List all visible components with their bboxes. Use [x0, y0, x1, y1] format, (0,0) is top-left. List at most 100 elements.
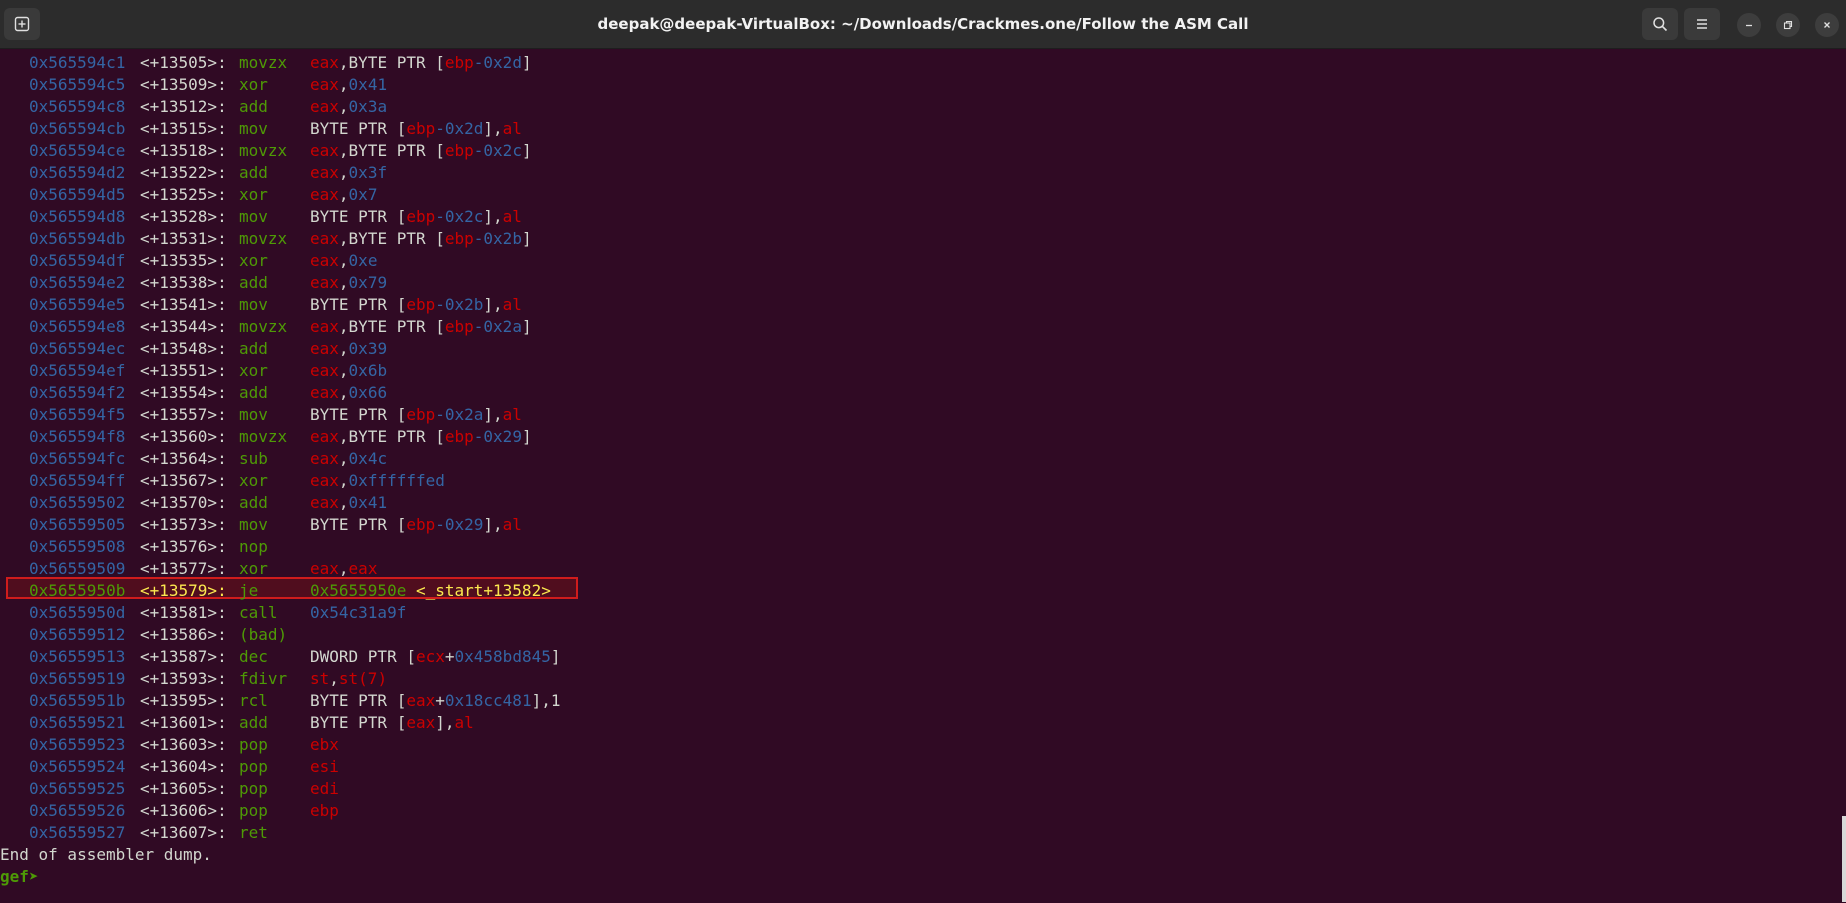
asm-mnemonic: xor	[239, 361, 268, 380]
asm-operands: 0x5655950e <_start+13582>	[310, 580, 551, 602]
asm-text: ],	[483, 405, 503, 424]
asm-text: ],	[435, 713, 455, 732]
asm-address: 0x565594ec	[29, 339, 126, 358]
asm-offset: <+13593>:	[140, 669, 227, 688]
asm-text: ,BYTE PTR [	[338, 53, 445, 72]
asm-mnemonic: mov	[239, 405, 268, 424]
asm-offset: <+13535>:	[140, 251, 227, 270]
menu-button[interactable]	[1684, 8, 1720, 40]
asm-offset: <+13607>:	[140, 823, 227, 842]
asm-address: 0x56559523	[29, 735, 126, 754]
asm-number: 0x66	[348, 383, 388, 402]
asm-register: ebp	[444, 229, 474, 248]
asm-address: 0x565594d5	[29, 185, 126, 204]
asm-text: ,	[338, 559, 349, 578]
asm-offset: <+13595>:	[140, 691, 227, 710]
asm-number: -0x2a	[435, 405, 484, 424]
asm-number: -0x2c	[435, 207, 484, 226]
asm-register: eax	[310, 229, 339, 248]
close-button[interactable]	[1815, 13, 1839, 37]
asm-mnemonic: xor	[239, 471, 268, 490]
search-button[interactable]	[1642, 8, 1678, 40]
asm-offset: <+13538>:	[140, 273, 227, 292]
asm-text: BYTE PTR [	[310, 119, 407, 138]
asm-offset: <+13518>:	[140, 141, 227, 160]
asm-number: 0x458bd845	[454, 647, 551, 666]
asm-operands: 0x54c31a9f	[310, 602, 406, 624]
asm-register: eax	[310, 361, 339, 380]
terminal-window: deepak@deepak-VirtualBox: ~/Downloads/Cr…	[0, 0, 1846, 903]
asm-text: BYTE PTR [	[310, 295, 407, 314]
asm-offset: <+13586>:	[140, 625, 227, 644]
asm-register: al	[454, 713, 474, 732]
asm-text: ,	[338, 493, 349, 512]
minimize-button[interactable]	[1737, 13, 1761, 37]
asm-text: ],1	[531, 691, 561, 710]
asm-text: ,	[338, 185, 349, 204]
asm-number: -0x2d	[435, 119, 484, 138]
asm-text: ]	[521, 229, 532, 248]
asm-number: 0x6b	[348, 361, 388, 380]
asm-operands: eax,0x41	[310, 492, 387, 514]
asm-register: eax	[310, 53, 339, 72]
asm-operands: eax,0x3a	[310, 96, 387, 118]
asm-number: -0x2c	[473, 141, 522, 160]
asm-mnemonic: pop	[239, 735, 268, 754]
asm-offset: <+13570>:	[140, 493, 227, 512]
asm-operands: BYTE PTR [eax],al	[310, 712, 474, 734]
asm-address: 0x565594c5	[29, 75, 126, 94]
terminal-output[interactable]: End of assembler dump. gef➤ 0x565594c1 <+…	[0, 49, 1846, 903]
asm-register: eax	[310, 317, 339, 336]
asm-number: 0x3a	[348, 97, 388, 116]
asm-mnemonic: mov	[239, 119, 268, 138]
asm-offset: <+13525>:	[140, 185, 227, 204]
asm-register: eax	[310, 251, 339, 270]
asm-register: ebp	[444, 317, 474, 336]
asm-operands: esi	[310, 756, 339, 778]
asm-text: ,BYTE PTR [	[338, 317, 445, 336]
gef-prompt[interactable]: gef➤	[0, 866, 48, 888]
asm-offset: <+13605>:	[140, 779, 227, 798]
asm-number: 0x79	[348, 273, 388, 292]
asm-operands: eax,eax	[310, 558, 377, 580]
asm-number: -0x2d	[473, 53, 522, 72]
asm-address: 0x56559526	[29, 801, 126, 820]
asm-number: 0x3f	[348, 163, 388, 182]
asm-number: 0x41	[348, 75, 388, 94]
asm-mnemonic: nop	[239, 537, 268, 556]
asm-offset: <+13564>:	[140, 449, 227, 468]
asm-register: eax	[310, 471, 339, 490]
asm-register: al	[502, 119, 522, 138]
asm-register: eax	[348, 559, 378, 578]
asm-text: ,	[338, 163, 349, 182]
asm-register: eax	[406, 713, 436, 732]
asm-mnemonic: add	[239, 163, 268, 182]
asm-address: 0x565594f5	[29, 405, 126, 424]
asm-operands: eax,0x39	[310, 338, 387, 360]
asm-address: 0x565594ce	[29, 141, 126, 160]
asm-text: ,	[338, 339, 349, 358]
asm-register: ebp	[444, 53, 474, 72]
asm-operands: st,st(7)	[310, 668, 387, 690]
asm-register: ebx	[310, 735, 339, 754]
asm-operands: DWORD PTR [ecx+0x458bd845]	[310, 646, 560, 668]
asm-operands: eax,0x3f	[310, 162, 387, 184]
asm-mnemonic: call	[239, 603, 278, 622]
asm-mnemonic: add	[239, 339, 268, 358]
asm-operands: BYTE PTR [ebp-0x29],al	[310, 514, 522, 536]
asm-register: eax	[310, 273, 339, 292]
asm-text: ,	[338, 361, 349, 380]
asm-text: ],	[483, 207, 503, 226]
asm-operands: eax,0xffffffed	[310, 470, 445, 492]
asm-address: 0x565594e8	[29, 317, 126, 336]
restore-button[interactable]	[1776, 13, 1800, 37]
asm-number: 0x54c31a9f	[310, 603, 407, 622]
asm-text: ,	[338, 383, 349, 402]
scrollbar-thumb[interactable]	[1842, 816, 1846, 902]
asm-register: eax	[310, 75, 339, 94]
asm-mnemonic: fdivr	[239, 669, 288, 688]
asm-address: 0x565594ef	[29, 361, 126, 380]
asm-register: al	[502, 295, 522, 314]
asm-mnemonic: movzx	[239, 229, 288, 248]
asm-offset: <+13522>:	[140, 163, 227, 182]
